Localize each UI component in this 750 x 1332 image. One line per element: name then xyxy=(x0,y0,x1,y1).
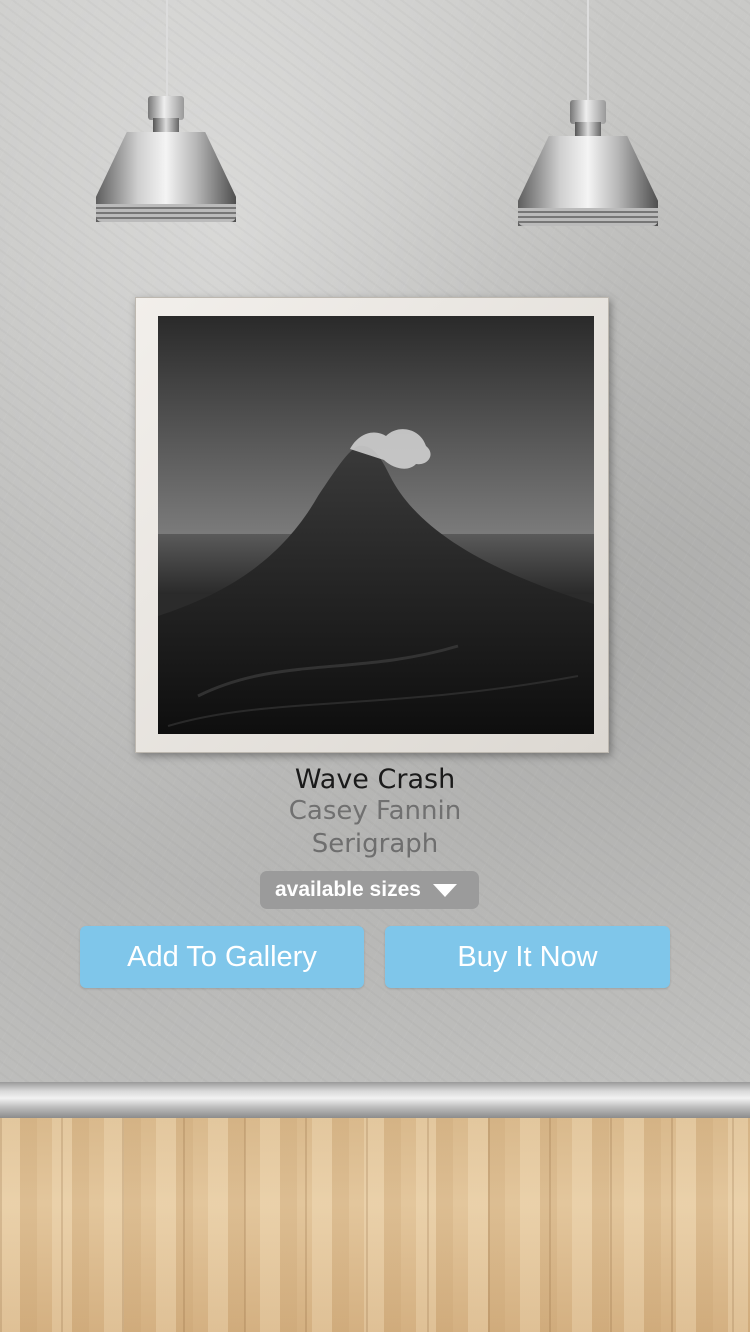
add-to-gallery-button[interactable]: Add To Gallery xyxy=(80,926,364,988)
artwork-frame xyxy=(135,297,609,753)
pendant-lamp-left xyxy=(96,96,236,226)
chevron-down-icon xyxy=(432,883,457,897)
artwork-medium: Serigraph xyxy=(311,829,439,859)
baseboard xyxy=(0,1082,750,1118)
available-sizes-dropdown[interactable]: available sizes xyxy=(260,871,479,909)
available-sizes-label: available sizes xyxy=(275,878,421,901)
lamp-cord-right xyxy=(587,0,589,104)
artist-name: Casey Fannin xyxy=(288,796,462,826)
wood-floor xyxy=(0,1118,750,1332)
buy-it-now-button[interactable]: Buy It Now xyxy=(385,926,670,988)
artwork-image[interactable] xyxy=(158,316,594,734)
pendant-lamp-right xyxy=(518,100,658,230)
artwork-title: Wave Crash xyxy=(294,764,456,795)
lamp-cord-left xyxy=(166,0,168,100)
